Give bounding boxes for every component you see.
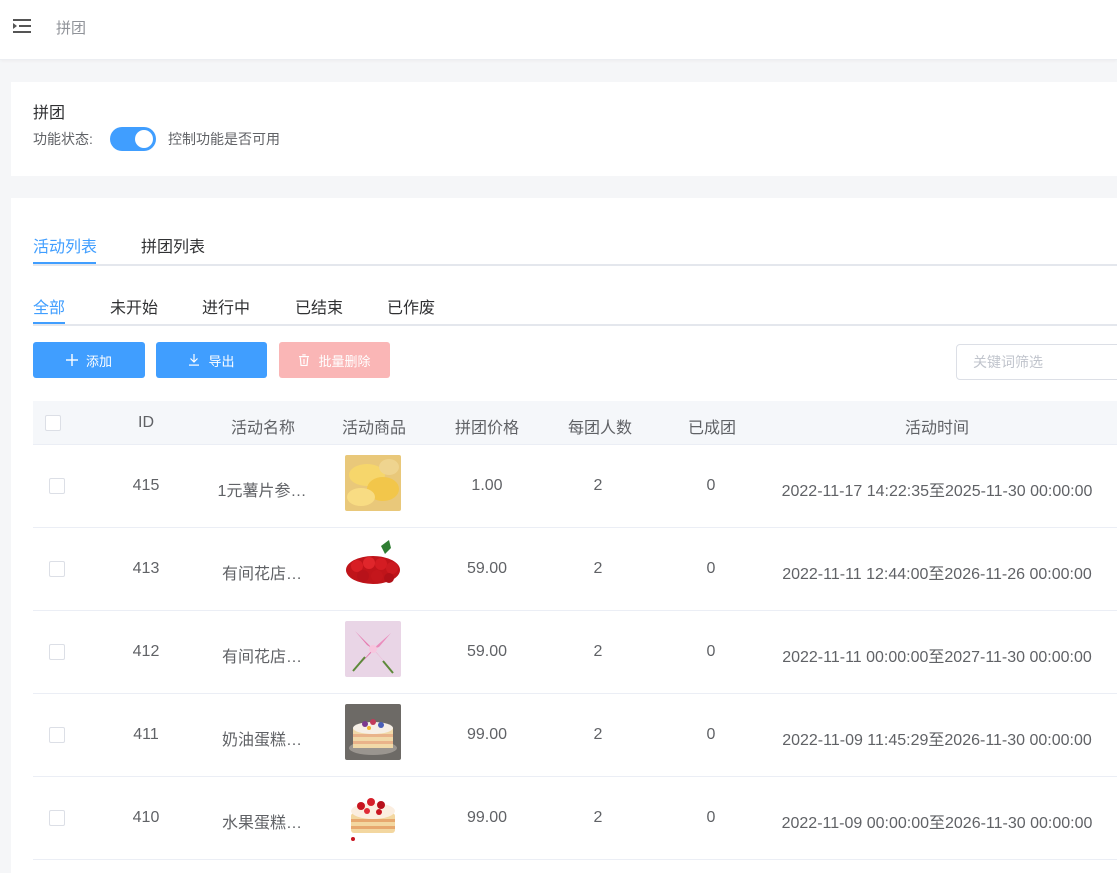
fruit-cake-image — [345, 787, 401, 843]
tab-in-progress[interactable]: 进行中 — [202, 294, 250, 318]
column-header-id: ID — [138, 414, 154, 431]
potato-chips-image — [345, 455, 401, 511]
cell-price: 1.00 — [471, 477, 503, 494]
add-button[interactable]: 添加 — [33, 342, 145, 378]
feature-title: 拼团 — [33, 105, 66, 122]
add-button-label: 添加 — [85, 353, 112, 369]
cell-formed: 0 — [706, 726, 716, 743]
row-checkbox[interactable] — [49, 727, 65, 743]
row-checkbox[interactable] — [49, 561, 65, 577]
cell-id: 410 — [132, 809, 160, 826]
cell-name: 有间花店… — [221, 649, 302, 666]
row-checkbox[interactable] — [49, 810, 65, 826]
cream-cake-image — [345, 704, 401, 760]
cell-group-size: 2 — [593, 643, 603, 660]
cell-price: 99.00 — [466, 726, 508, 743]
cell-name: 水果蛋糕… — [221, 815, 302, 832]
cell-name: 奶油蛋糕… — [221, 732, 302, 749]
main-tabs: 活动列表 拼团列表 — [33, 198, 1117, 266]
tab-activity-list[interactable]: 活动列表 — [33, 233, 97, 257]
trash-icon — [299, 354, 310, 366]
red-roses-image — [345, 538, 401, 594]
column-header-price: 拼团价格 — [454, 420, 519, 437]
switch-knob — [135, 130, 153, 148]
cell-name: 1元薯片参… — [217, 483, 307, 500]
export-button-label: 导出 — [208, 353, 235, 369]
cell-name: 有间花店… — [221, 566, 302, 583]
cell-formed: 0 — [706, 809, 716, 826]
activity-table: ID 活动名称 活动商品 拼团价格 每团人数 已成团 活动时间 415 1元薯片… — [33, 401, 1117, 860]
cell-price: 99.00 — [466, 809, 508, 826]
cell-formed: 0 — [706, 643, 716, 660]
table-row: 411 奶油蛋糕… 99.00 2 0 2022-11-09 11:45:29至… — [33, 694, 1117, 777]
keyword-search-input[interactable] — [956, 344, 1117, 380]
column-header-time: 活动时间 — [904, 420, 969, 437]
cell-id: 412 — [132, 643, 160, 660]
feature-status-card: 拼团 功能状态: 控制功能是否可用 — [11, 82, 1117, 176]
batch-delete-button[interactable]: 批量删除 — [279, 342, 390, 378]
batch-delete-label: 批量删除 — [318, 353, 371, 369]
menu-fold-icon[interactable] — [13, 17, 33, 35]
column-header-formed: 已成团 — [687, 420, 736, 437]
tab-all[interactable]: 全部 — [33, 294, 65, 318]
table-row: 410 水果蛋糕… 99.00 2 0 2022-11-09 00:00:00至… — [33, 777, 1117, 860]
table-header: ID 活动名称 活动商品 拼团价格 每团人数 已成团 活动时间 — [33, 401, 1117, 445]
cell-group-size: 2 — [593, 726, 603, 743]
cell-time: 2022-11-11 12:44:00至2026-11-26 00:00:00 — [782, 566, 1092, 583]
column-header-name: 活动名称 — [230, 420, 295, 437]
cell-time: 2022-11-17 14:22:35至2025-11-30 00:00:00 — [781, 483, 1093, 500]
column-header-product: 活动商品 — [341, 420, 406, 437]
cell-price: 59.00 — [466, 643, 508, 660]
table-row: 415 1元薯片参… 1.00 2 0 2022-11-17 14:22:35至… — [33, 445, 1117, 528]
tab-voided[interactable]: 已作废 — [387, 294, 435, 318]
table-row: 412 有间花店… 59.00 2 0 2022-11-11 00:00:00至… — [33, 611, 1117, 694]
tab-group-list[interactable]: 拼团列表 — [141, 233, 205, 257]
cell-id: 411 — [133, 726, 159, 743]
download-icon — [189, 354, 200, 366]
active-tab-indicator — [33, 262, 96, 264]
cell-id: 413 — [132, 560, 160, 577]
cell-formed: 0 — [706, 477, 716, 494]
breadcrumb-title: 拼团 — [56, 20, 87, 37]
cell-group-size: 2 — [593, 560, 603, 577]
table-row: 413 有间花店… 59.00 2 0 2022-11-11 12:44:00至… — [33, 528, 1117, 611]
column-header-group-size: 每团人数 — [567, 420, 632, 437]
top-header: 拼团 — [0, 0, 1117, 60]
status-tabs: 全部 未开始 进行中 已结束 已作废 — [33, 266, 1117, 326]
status-label: 功能状态: — [33, 131, 93, 147]
plus-icon — [65, 354, 78, 366]
select-all-checkbox[interactable] — [45, 415, 61, 431]
cell-group-size: 2 — [593, 809, 603, 826]
status-description: 控制功能是否可用 — [168, 131, 280, 147]
pink-lilies-image — [345, 621, 401, 677]
cell-time: 2022-11-11 00:00:00至2027-11-30 00:00:00 — [782, 649, 1092, 666]
active-subtab-indicator — [33, 322, 65, 324]
row-checkbox[interactable] — [49, 478, 65, 494]
cell-price: 59.00 — [466, 560, 508, 577]
cell-group-size: 2 — [593, 477, 603, 494]
activity-list-card: 活动列表 拼团列表 全部 未开始 进行中 已结束 已作废 添加 导出 批量删除 … — [11, 198, 1117, 873]
tab-not-started[interactable]: 未开始 — [110, 294, 158, 318]
cell-time: 2022-11-09 00:00:00至2026-11-30 00:00:00 — [781, 815, 1093, 832]
row-checkbox[interactable] — [49, 644, 65, 660]
cell-id: 415 — [132, 477, 160, 494]
tab-ended[interactable]: 已结束 — [295, 294, 343, 318]
export-button[interactable]: 导出 — [156, 342, 267, 378]
cell-time: 2022-11-09 11:45:29至2026-11-30 00:00:00 — [782, 732, 1092, 749]
feature-toggle-switch[interactable] — [110, 127, 156, 151]
cell-formed: 0 — [706, 560, 716, 577]
